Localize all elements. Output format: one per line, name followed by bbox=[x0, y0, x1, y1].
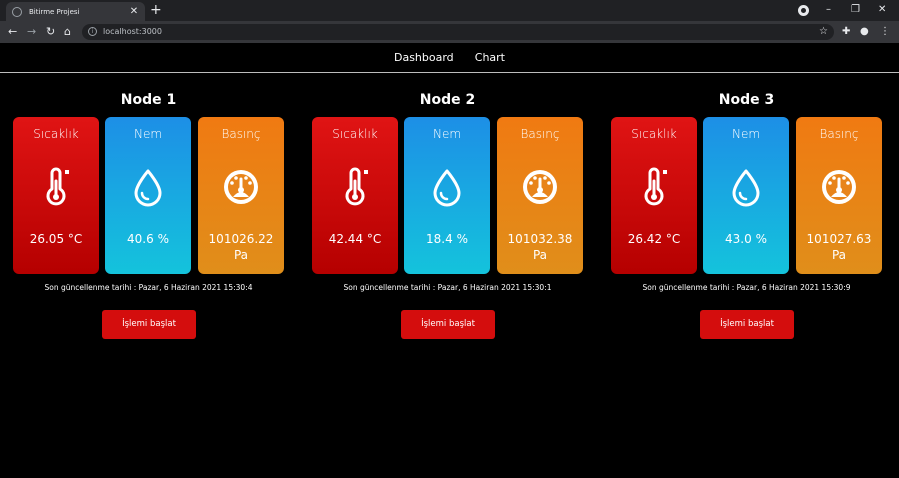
top-navbar: Dashboard Chart bbox=[0, 43, 899, 73]
nav-dashboard-link[interactable]: Dashboard bbox=[394, 43, 454, 73]
profile-icon[interactable]: ● bbox=[860, 24, 869, 39]
pressure-label: Basınç bbox=[221, 127, 261, 141]
pressure-number: 101026.22 bbox=[208, 232, 274, 246]
forward-arrow-icon[interactable]: → bbox=[27, 24, 36, 39]
humidity-card: Nem 40.6 % bbox=[105, 117, 191, 274]
sensor-cards: Sıcaklık 42.44 °C Nem 18.4 % Basınç 101032.38… bbox=[312, 117, 583, 274]
pressure-value: 101032.38 Pa bbox=[497, 231, 583, 263]
address-bar[interactable]: i localhost:3000 ☆ bbox=[82, 24, 834, 40]
profile-record-icon[interactable] bbox=[798, 5, 809, 16]
humidity-value: 40.6 % bbox=[127, 232, 169, 246]
pressure-value: 101027.63 Pa bbox=[796, 231, 882, 263]
browser-tab-bar: Bitirme Projesi ✕ + – ❐ ✕ bbox=[0, 0, 899, 21]
node-title: Node 1 bbox=[120, 92, 177, 108]
start-process-button[interactable]: İşlemi başlat bbox=[102, 310, 196, 339]
start-process-button[interactable]: İşlemi başlat bbox=[700, 310, 794, 339]
temperature-card: Sıcaklık 26.42 °C bbox=[611, 117, 697, 274]
extensions-icon[interactable]: ✚ bbox=[842, 24, 850, 39]
restore-button[interactable]: ❐ bbox=[851, 3, 860, 17]
start-process-button[interactable]: İşlemi başlat bbox=[401, 310, 495, 339]
node-title: Node 2 bbox=[419, 92, 476, 108]
minimize-button[interactable]: – bbox=[826, 3, 831, 17]
humidity-label: Nem bbox=[731, 127, 761, 141]
last-updated-text: Son güncellenme tarihi : Pazar, 6 Hazira… bbox=[343, 283, 552, 292]
temperature-value: 26.05 °C bbox=[29, 232, 83, 246]
tab-close-icon[interactable]: ✕ bbox=[129, 6, 139, 17]
gauge-icon bbox=[819, 167, 859, 207]
node-panel-1: Node 1 Sıcaklık 26.05 °C Nem 40.6 % Basınç 101… bbox=[13, 90, 284, 339]
last-updated-text: Son güncellenme tarihi : Pazar, 6 Hazira… bbox=[642, 283, 851, 292]
humidity-card: Nem 18.4 % bbox=[404, 117, 490, 274]
temperature-label: Sıcaklık bbox=[332, 127, 378, 141]
temperature-value: 42.44 °C bbox=[328, 232, 382, 246]
sensor-cards: Sıcaklık 26.42 °C Nem 43.0 % Basınç 101027.63… bbox=[611, 117, 882, 274]
humidity-card: Nem 43.0 % bbox=[703, 117, 789, 274]
last-updated-text: Son güncellenme tarihi : Pazar, 6 Hazira… bbox=[44, 283, 253, 292]
node-panel-3: Node 3 Sıcaklık 26.42 °C Nem 43.0 % Basınç 101… bbox=[611, 90, 882, 339]
globe-icon bbox=[12, 6, 22, 17]
humidity-label: Nem bbox=[432, 127, 462, 141]
sensor-cards: Sıcaklık 26.05 °C Nem 40.6 % Basınç 101026.22… bbox=[13, 117, 284, 274]
node-panel-2: Node 2 Sıcaklık 42.44 °C Nem 18.4 % Basınç 101… bbox=[312, 90, 583, 339]
temperature-label: Sıcaklık bbox=[631, 127, 677, 141]
pressure-card: Basınç 101026.22 Pa bbox=[198, 117, 284, 274]
home-icon[interactable]: ⌂ bbox=[64, 24, 71, 39]
temperature-value: 26.42 °C bbox=[627, 232, 681, 246]
humidity-value: 43.0 % bbox=[725, 232, 767, 246]
browser-toolbar: ← → ↻ ⌂ i localhost:3000 ☆ ✚ ● ⋮ bbox=[0, 21, 899, 43]
node-title: Node 3 bbox=[718, 92, 775, 108]
new-tab-button[interactable]: + bbox=[150, 2, 162, 18]
gauge-icon bbox=[221, 167, 261, 207]
pressure-card: Basınç 101027.63 Pa bbox=[796, 117, 882, 274]
pressure-label: Basınç bbox=[819, 127, 859, 141]
browser-tab[interactable]: Bitirme Projesi ✕ bbox=[6, 2, 145, 21]
gauge-icon bbox=[520, 167, 560, 207]
close-window-button[interactable]: ✕ bbox=[878, 3, 886, 17]
pressure-card: Basınç 101032.38 Pa bbox=[497, 117, 583, 274]
thermometer-icon bbox=[634, 167, 674, 207]
pressure-unit: Pa bbox=[532, 248, 548, 262]
nav-chart-link[interactable]: Chart bbox=[475, 43, 505, 73]
menu-dots-icon[interactable]: ⋮ bbox=[880, 24, 890, 39]
pressure-value: 101026.22 Pa bbox=[198, 231, 284, 263]
reload-icon[interactable]: ↻ bbox=[46, 24, 55, 39]
water-drop-icon bbox=[726, 167, 766, 207]
temperature-card: Sıcaklık 42.44 °C bbox=[312, 117, 398, 274]
thermometer-icon bbox=[36, 167, 76, 207]
pressure-unit: Pa bbox=[233, 248, 249, 262]
pressure-label: Basınç bbox=[520, 127, 560, 141]
water-drop-icon bbox=[427, 167, 467, 207]
humidity-label: Nem bbox=[133, 127, 163, 141]
info-icon[interactable]: i bbox=[88, 27, 97, 36]
thermometer-icon bbox=[335, 167, 375, 207]
temperature-label: Sıcaklık bbox=[33, 127, 79, 141]
humidity-value: 18.4 % bbox=[426, 232, 468, 246]
url-text[interactable]: localhost:3000 bbox=[103, 27, 162, 37]
temperature-card: Sıcaklık 26.05 °C bbox=[13, 117, 99, 274]
water-drop-icon bbox=[128, 167, 168, 207]
pressure-unit: Pa bbox=[831, 248, 847, 262]
tab-title: Bitirme Projesi bbox=[29, 7, 80, 16]
back-arrow-icon[interactable]: ← bbox=[8, 24, 17, 39]
pressure-number: 101027.63 bbox=[806, 232, 872, 246]
bookmark-star-icon[interactable]: ☆ bbox=[819, 25, 828, 39]
pressure-number: 101032.38 bbox=[507, 232, 573, 246]
